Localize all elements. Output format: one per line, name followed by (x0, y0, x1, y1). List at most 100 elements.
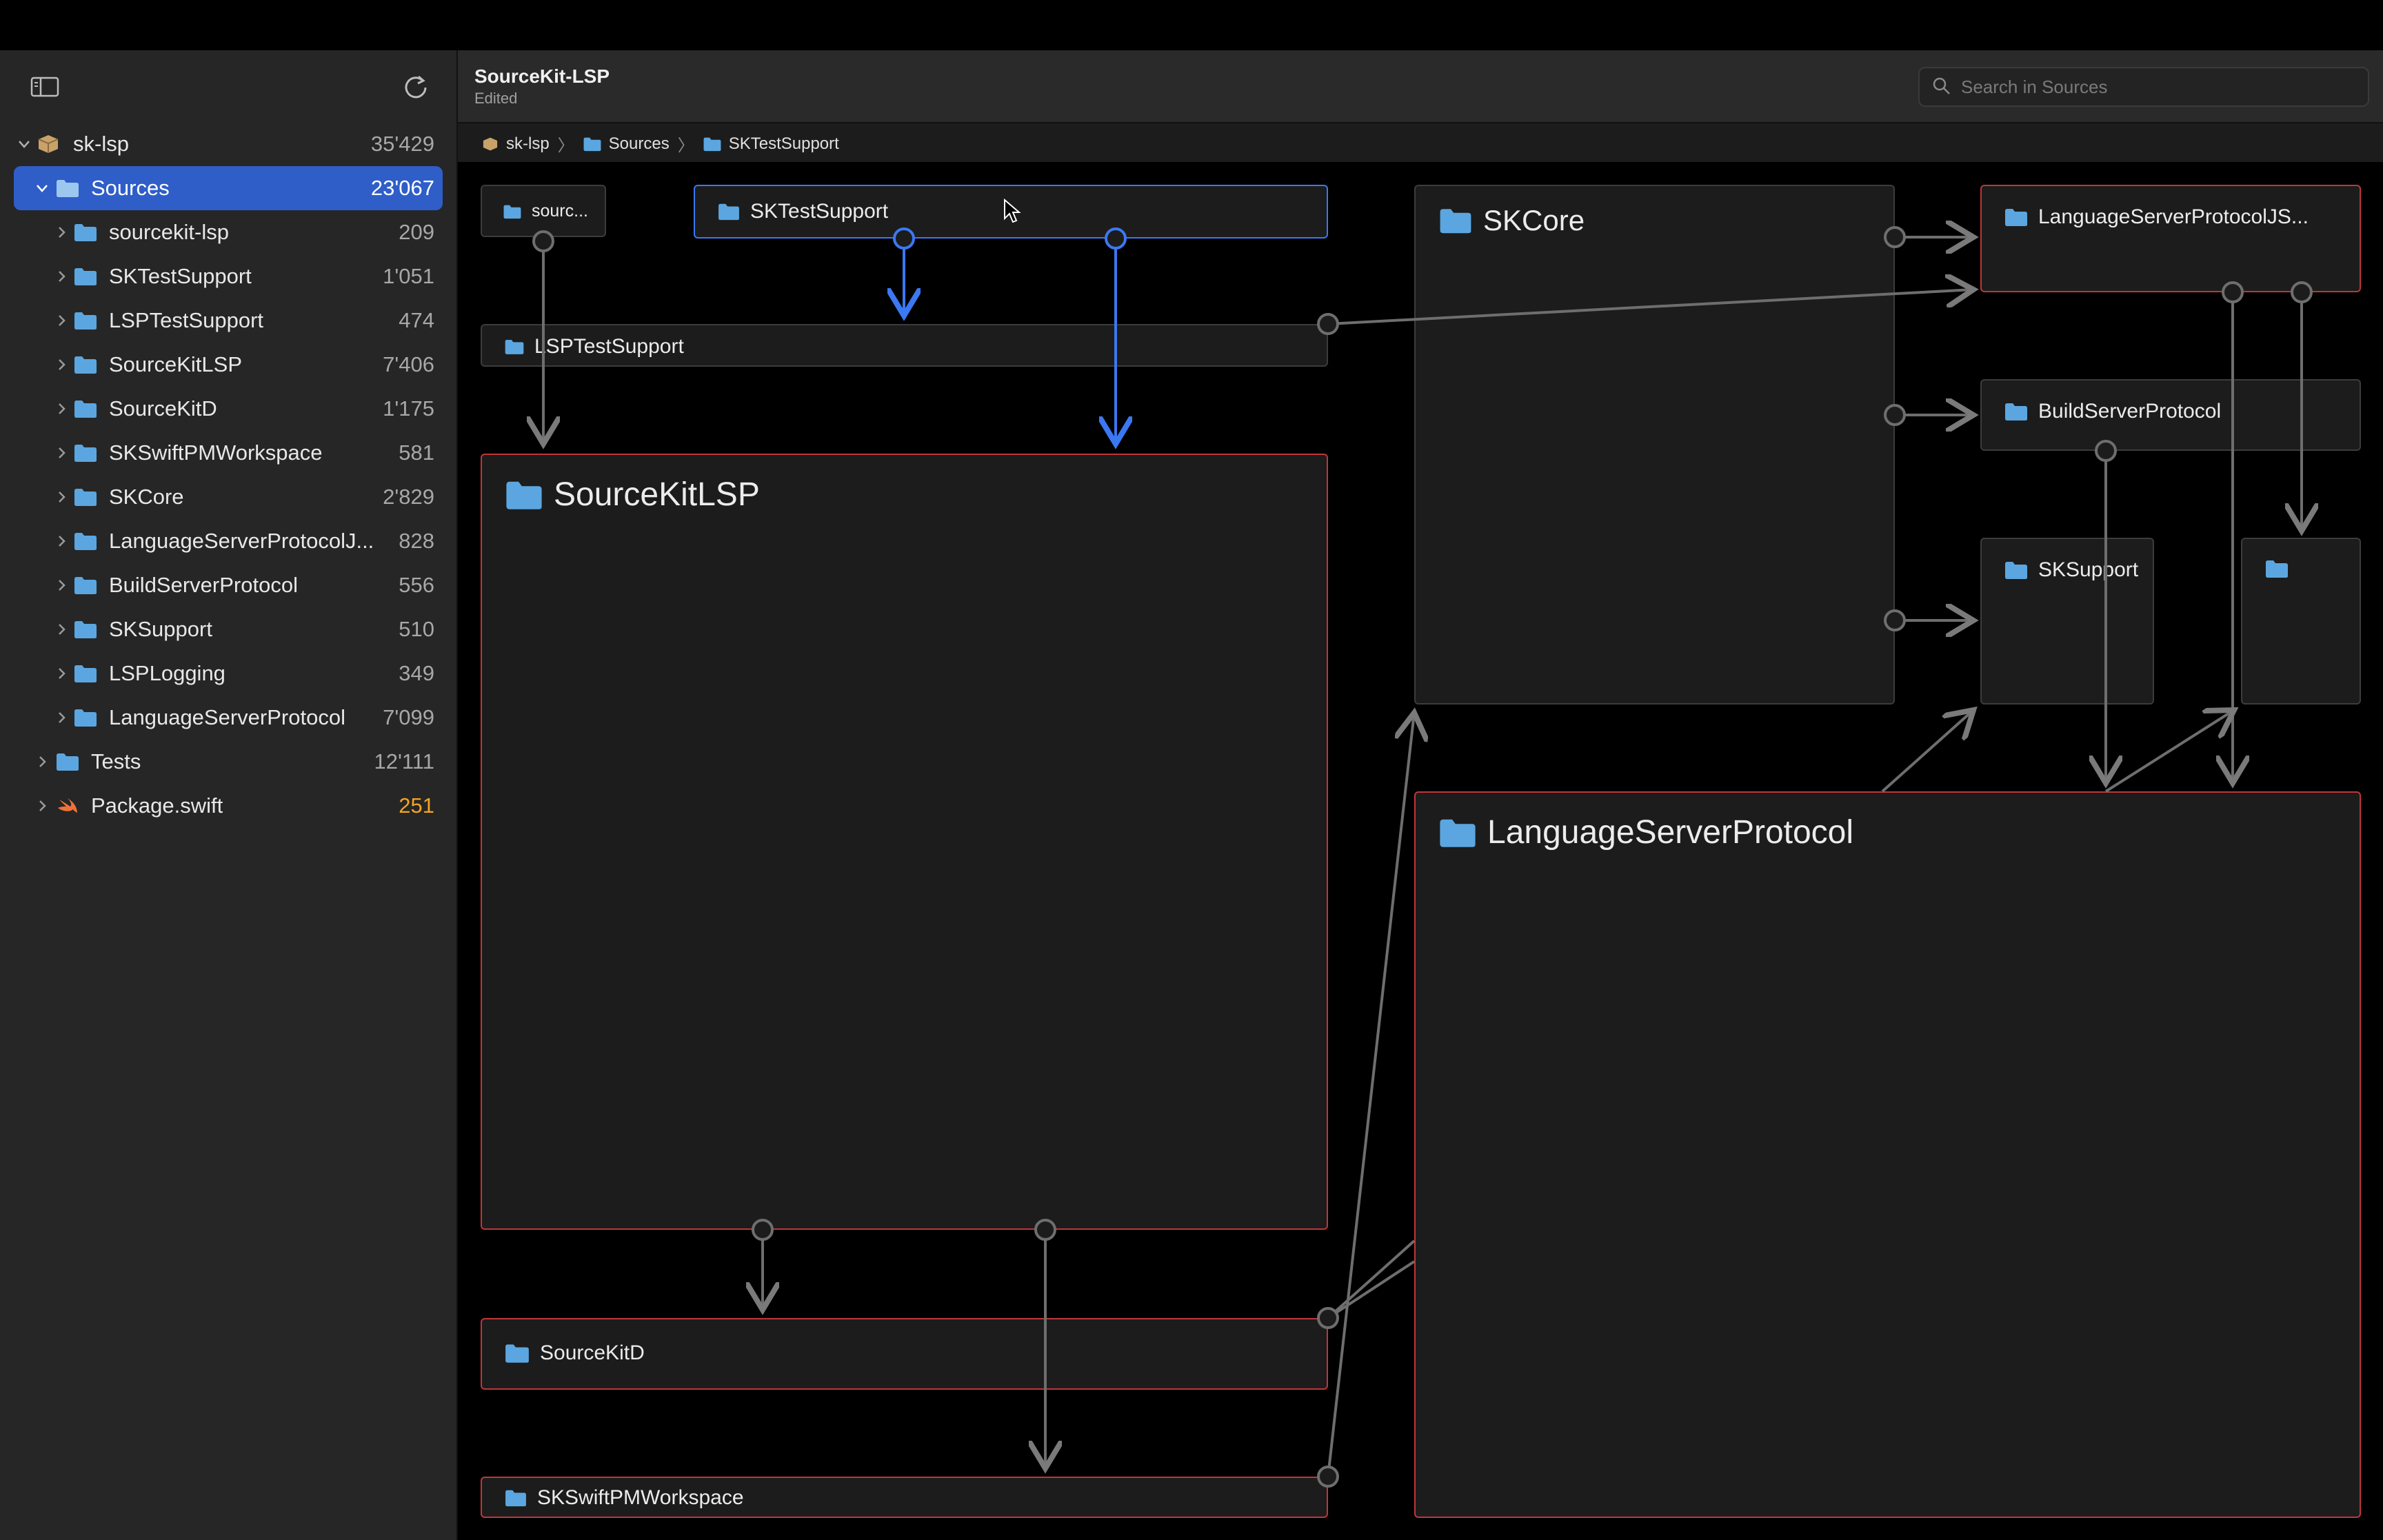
line-count: 23'067 (370, 176, 434, 200)
folder-icon (703, 137, 721, 151)
folder-icon (57, 180, 79, 197)
chevron-right-icon[interactable] (54, 313, 69, 328)
folder-icon (74, 709, 97, 727)
tree-item-label: SourceKitLSP (109, 352, 242, 376)
folder-icon (505, 1490, 526, 1507)
node-lsplogging[interactable] (2241, 538, 2361, 705)
chevron-right-icon[interactable] (54, 269, 69, 284)
node-skswiftpmworkspace[interactable]: SKSwiftPMWorkspace (481, 1477, 1328, 1518)
node-lsptestsupport[interactable]: LSPTestSupport (481, 324, 1328, 367)
node-sksupport[interactable]: SKSupport (1980, 538, 2154, 705)
folder-icon (74, 268, 97, 285)
folder-icon (1440, 209, 1471, 234)
node-sourcekitlsp[interactable]: SourceKitLSP (481, 454, 1328, 1230)
sources-children: sourcekit-lsp 209 SKTestSupport 1'051 LS… (14, 210, 443, 740)
tree-item-sktestsupport[interactable]: SKTestSupport 1'051 (14, 254, 443, 298)
chevron-right-icon[interactable] (54, 622, 69, 637)
node-label: LanguageServerProtocol (1487, 814, 1854, 851)
chevron-right-icon[interactable] (34, 754, 50, 769)
tree-item-sk-lsp[interactable]: sk-lsp 35'429 (14, 122, 443, 166)
chevron-down-icon[interactable] (34, 181, 50, 196)
chevron-right-icon[interactable] (54, 445, 69, 460)
tree-item-sourcekit-lsp[interactable]: sourcekit-lsp 209 (14, 210, 443, 254)
document-status: Edited (474, 90, 518, 107)
tree-item-package-swift[interactable]: Package.swift 251 (14, 784, 443, 828)
folder-icon (74, 224, 97, 241)
line-count: 12'111 (374, 749, 434, 773)
folder-icon (718, 203, 739, 221)
tree-item-skcore[interactable]: SKCore 2'829 (14, 475, 443, 519)
search-field[interactable] (1918, 67, 2369, 107)
chevron-down-icon[interactable] (17, 136, 32, 152)
folder-icon (74, 489, 97, 506)
breadcrumb-item-sktestsupport[interactable]: SKTestSupport (703, 134, 839, 154)
refresh-icon[interactable] (400, 71, 432, 103)
folder-icon (2266, 560, 2288, 578)
chevron-right-icon[interactable] (54, 534, 69, 549)
node-skcore[interactable]: SKCore (1414, 185, 1895, 705)
folder-icon (74, 401, 97, 418)
sidebar: sk-lsp 35'429 Sources 23'067 sourcekit-l… (0, 50, 458, 1540)
folder-icon (74, 621, 97, 638)
tree-item-sksupport[interactable]: SKSupport 510 (14, 607, 443, 651)
line-count: 35'429 (370, 132, 434, 156)
tree-item-sourcekitd[interactable]: SourceKitD 1'175 (14, 387, 443, 431)
tree-item-label: sk-lsp (73, 132, 129, 156)
tree-item-tests[interactable]: Tests 12'111 (14, 740, 443, 784)
node-languageserverprotocol[interactable]: LanguageServerProtocol (1414, 791, 2361, 1518)
sidebar-toggle-icon[interactable] (30, 77, 59, 97)
menu-bar (0, 0, 2383, 50)
chevron-right-icon[interactable] (54, 401, 69, 416)
chevron-right-icon[interactable] (54, 489, 69, 505)
tree-item-label: Tests (91, 749, 141, 773)
file-tree: sk-lsp 35'429 Sources 23'067 sourcekit-l… (14, 122, 443, 828)
line-count: 581 (399, 440, 434, 465)
tree-item-label: sourcekit-lsp (109, 220, 229, 244)
tree-item-lsplogging[interactable]: LSPLogging 349 (14, 651, 443, 696)
node-buildserverprotocol[interactable]: BuildServerProtocol (1980, 379, 2361, 451)
folder-icon (74, 533, 97, 550)
window-header: SourceKit-LSP Edited (458, 50, 2383, 123)
search-icon (1933, 77, 1950, 94)
node-sourcekit-lsp[interactable]: sourc... (481, 185, 606, 237)
search-input[interactable] (1960, 74, 2355, 100)
chevron-right-icon[interactable] (54, 710, 69, 725)
chevron-right-icon[interactable] (54, 666, 69, 681)
tree-item-label: BuildServerProtocol (109, 573, 298, 597)
tree-item-label: SourceKitD (109, 396, 217, 421)
tree-item-label: SKSupport (109, 617, 212, 641)
node-label: LSPTestSupport (534, 335, 684, 358)
tree-item-label: LSPTestSupport (109, 308, 264, 332)
chevron-right-icon[interactable] (54, 357, 69, 372)
node-label: SourceKitLSP (554, 476, 760, 513)
tree-item-buildserverprotocol[interactable]: BuildServerProtocol 556 (14, 563, 443, 607)
tree-item-sources[interactable]: Sources 23'067 (14, 166, 443, 210)
folder-icon (74, 312, 97, 330)
package-icon (38, 135, 59, 153)
line-count: 828 (399, 529, 434, 553)
folder-icon (74, 356, 97, 374)
breadcrumb-item-sk-lsp[interactable]: sk-lsp (481, 134, 550, 154)
chevron-right-icon[interactable] (54, 225, 69, 240)
node-label: LanguageServerProtocolJS... (2038, 205, 2309, 228)
node-label: SKTestSupport (750, 200, 889, 223)
tree-item-languageserverprotocoljsonrpc[interactable]: LanguageServerProtocolJ... 828 (14, 519, 443, 563)
tree-item-languageserverprotocol[interactable]: LanguageServerProtocol 7'099 (14, 696, 443, 740)
mouse-cursor-icon (1004, 198, 1021, 223)
line-count: 1'051 (383, 264, 434, 288)
breadcrumb-item-sources[interactable]: Sources (583, 134, 670, 154)
chevron-right-icon[interactable] (54, 578, 69, 593)
tree-item-lsptestsupport[interactable]: LSPTestSupport 474 (14, 298, 443, 343)
node-languageserverprotocoljsonrpc[interactable]: LanguageServerProtocolJS... (1980, 185, 2361, 292)
document-title: SourceKit-LSP (474, 65, 610, 87)
chevron-right-icon[interactable] (34, 798, 50, 813)
node-sourcekitd[interactable]: SourceKitD (481, 1318, 1328, 1390)
tree-item-label: Sources (91, 176, 170, 200)
tree-item-sourcekitlsp[interactable]: SourceKitLSP 7'406 (14, 343, 443, 387)
tree-item-label: LanguageServerProtocol (109, 705, 345, 729)
folder-icon (1440, 819, 1476, 847)
line-count: 251 (399, 793, 434, 818)
folder-icon (505, 340, 524, 354)
folder-icon (2005, 209, 2027, 226)
tree-item-skswiftpmworkspace[interactable]: SKSwiftPMWorkspace 581 (14, 431, 443, 475)
